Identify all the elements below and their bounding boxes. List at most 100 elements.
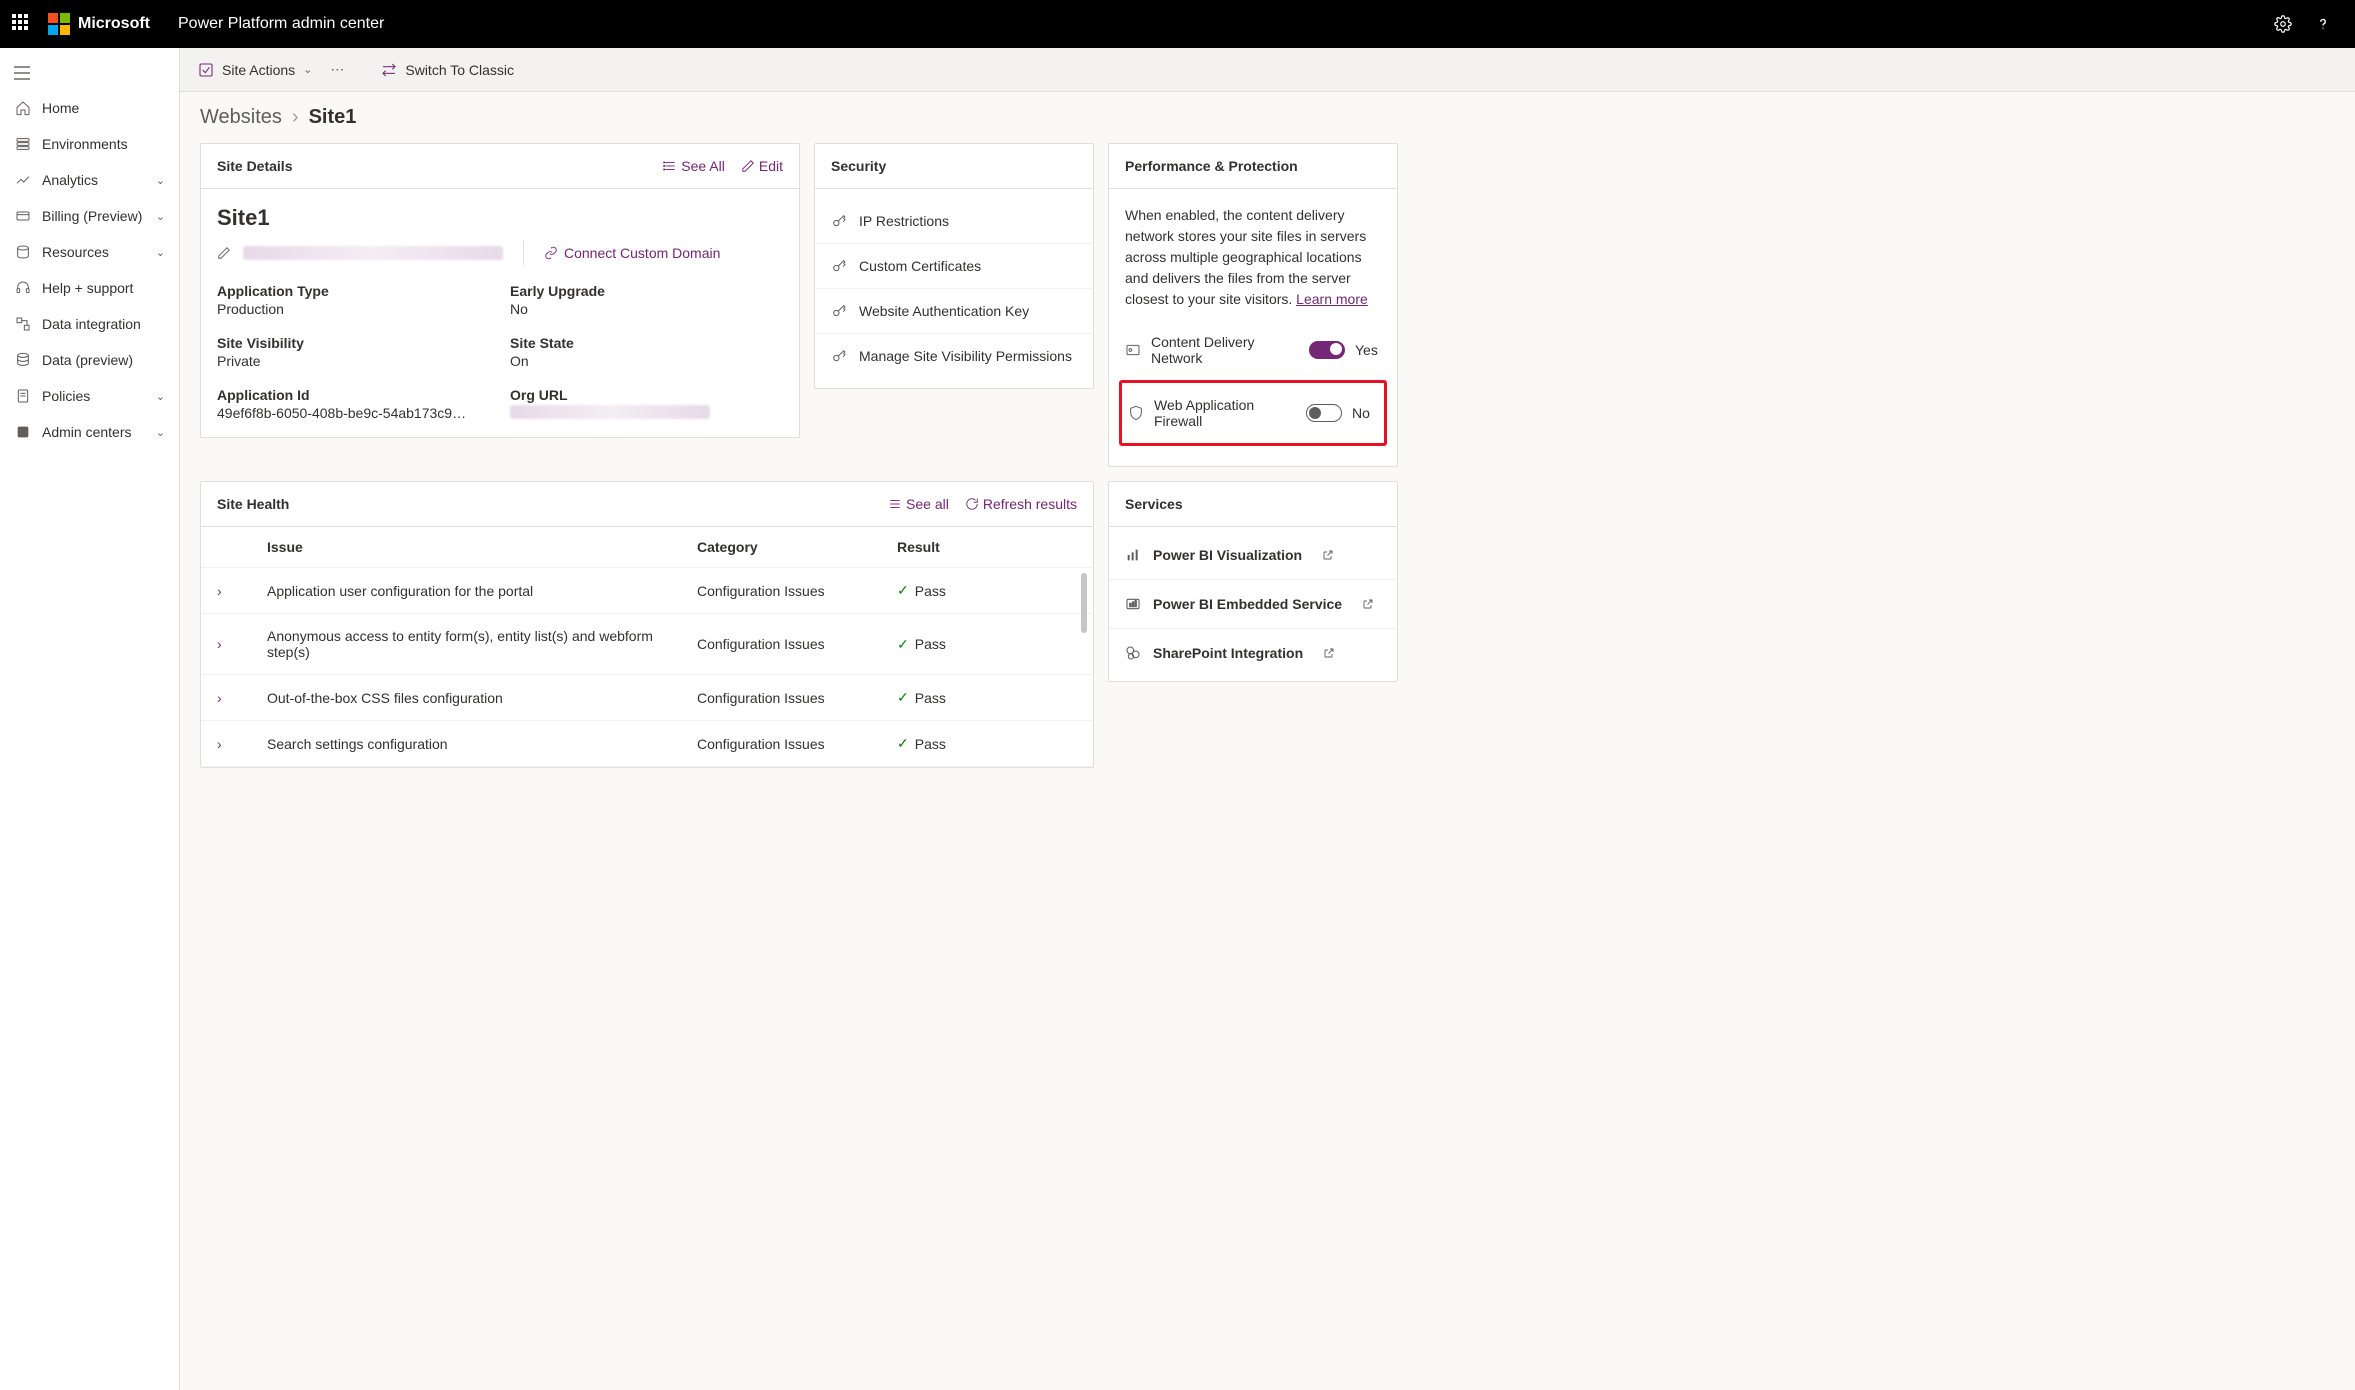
sidebar-item-admin-centers[interactable]: Admin centers ⌄: [0, 414, 179, 450]
table-row[interactable]: ›Search settings configurationConfigurat…: [201, 721, 1093, 767]
sidebar-item-label: Data integration: [42, 316, 141, 332]
more-actions-button[interactable]: ⋯: [330, 61, 344, 78]
waf-label: Web Application Firewall: [1154, 397, 1296, 429]
key-icon: [831, 258, 847, 274]
settings-icon[interactable]: [2263, 0, 2303, 48]
table-row[interactable]: ›Application user configuration for the …: [201, 568, 1093, 614]
chevron-down-icon: ⌄: [156, 246, 165, 259]
sharepoint-icon: [1125, 645, 1141, 661]
microsoft-logo-icon: [48, 13, 70, 35]
pencil-icon[interactable]: [217, 246, 231, 260]
site-visibility-label: Site Visibility: [217, 335, 490, 351]
sidebar-item-resources[interactable]: Resources⌄: [0, 234, 179, 270]
sidebar-item-help[interactable]: Help + support: [0, 270, 179, 306]
site-health-card: Site Health See all Refresh results Issu…: [200, 481, 1094, 768]
sidebar-item-label: Policies: [42, 388, 90, 404]
ellipsis-icon: ⋯: [330, 61, 344, 78]
card-title: Site Details: [217, 158, 292, 174]
sidebar: Home Environments Analytics ⌄ Billing (Pr…: [0, 48, 180, 1390]
connect-custom-domain-button[interactable]: Connect Custom Domain: [544, 245, 720, 261]
sidebar-item-analytics[interactable]: Analytics ⌄: [0, 162, 179, 198]
scrollbar[interactable]: [1081, 573, 1087, 633]
table-row[interactable]: ›Out-of-the-box CSS files configurationC…: [201, 675, 1093, 721]
check-icon: ✓: [897, 636, 909, 653]
learn-more-link[interactable]: Learn more: [1296, 291, 1368, 307]
security-item-visibility-permissions[interactable]: Manage Site Visibility Permissions: [815, 334, 1093, 378]
security-card: Security IP Restrictions Custom Certific…: [814, 143, 1094, 389]
cdn-toggle[interactable]: [1309, 341, 1345, 359]
brand-name: Microsoft: [78, 15, 150, 33]
see-all-button[interactable]: See All: [663, 158, 725, 174]
analytics-icon: [14, 172, 32, 188]
card-title: Security: [831, 158, 886, 174]
col-category: Category: [697, 539, 897, 555]
table-row[interactable]: ›Anonymous access to entity form(s), ent…: [201, 614, 1093, 675]
external-link-icon: [1322, 549, 1334, 561]
sidebar-item-billing[interactable]: Billing (Preview)⌄: [0, 198, 179, 234]
sidebar-item-environments[interactable]: Environments: [0, 126, 179, 162]
app-launcher-icon[interactable]: [12, 14, 32, 34]
chevron-right-icon[interactable]: ›: [217, 636, 267, 652]
chevron-down-icon: ⌄: [156, 426, 165, 439]
admin-centers-icon: [14, 424, 32, 440]
waf-highlight: Web Application Firewall No: [1119, 380, 1387, 446]
site-visibility-value: Private: [217, 353, 490, 369]
embed-icon: [1125, 596, 1141, 612]
link-icon: [544, 246, 558, 260]
switch-label: Switch To Classic: [405, 62, 514, 78]
switch-to-classic-button[interactable]: Switch To Classic: [381, 62, 514, 78]
sidebar-item-data-integration[interactable]: Data integration: [0, 306, 179, 342]
environments-icon: [14, 136, 32, 152]
chevron-right-icon[interactable]: ›: [217, 690, 267, 706]
chevron-right-icon[interactable]: ›: [217, 583, 267, 599]
site-actions-button[interactable]: Site Actions ⌄: [198, 62, 312, 78]
col-result: Result: [897, 539, 1077, 555]
col-issue: Issue: [267, 539, 697, 555]
application-type-label: Application Type: [217, 283, 490, 299]
card-title: Performance & Protection: [1125, 158, 1298, 174]
health-table-header: Issue Category Result: [201, 527, 1093, 568]
sidebar-item-label: Admin centers: [42, 424, 131, 440]
security-item-ip-restrictions[interactable]: IP Restrictions: [815, 199, 1093, 244]
sidebar-item-label: Analytics: [42, 172, 98, 188]
security-item-custom-certificates[interactable]: Custom Certificates: [815, 244, 1093, 289]
chevron-down-icon: ⌄: [156, 174, 165, 187]
waf-toggle[interactable]: [1306, 404, 1342, 422]
chevron-down-icon: ⌄: [156, 210, 165, 223]
key-icon: [831, 303, 847, 319]
service-item-powerbi-viz[interactable]: Power BI Visualization: [1109, 531, 1397, 580]
sidebar-item-label: Data (preview): [42, 352, 133, 368]
chevron-right-icon[interactable]: ›: [217, 736, 267, 752]
service-item-powerbi-embedded[interactable]: Power BI Embedded Service: [1109, 580, 1397, 629]
site-state-label: Site State: [510, 335, 783, 351]
chevron-down-icon: ⌄: [303, 63, 312, 76]
sidebar-item-home[interactable]: Home: [0, 90, 179, 126]
cdn-icon: [1125, 342, 1141, 358]
service-item-sharepoint[interactable]: SharePoint Integration: [1109, 629, 1397, 677]
see-all-button[interactable]: See all: [888, 496, 949, 512]
check-icon: ✓: [897, 582, 909, 599]
edit-button[interactable]: Edit: [741, 158, 783, 174]
security-item-auth-key[interactable]: Website Authentication Key: [815, 289, 1093, 334]
site-details-card: Site Details See All Edit Site1 Co: [200, 143, 800, 438]
key-icon: [831, 348, 847, 364]
sidebar-item-policies[interactable]: Policies ⌄: [0, 378, 179, 414]
org-url-label: Org URL: [510, 387, 783, 403]
sidebar-item-data-preview[interactable]: Data (preview): [0, 342, 179, 378]
billing-icon: [14, 208, 32, 224]
chart-icon: [1125, 547, 1141, 563]
chevron-right-icon: ›: [292, 106, 299, 129]
waf-state: No: [1352, 405, 1378, 421]
sidebar-toggle-icon[interactable]: [0, 56, 179, 90]
breadcrumb-root[interactable]: Websites: [200, 106, 282, 129]
app-title: Power Platform admin center: [178, 15, 384, 33]
chevron-down-icon: ⌄: [156, 390, 165, 403]
card-title: Site Health: [217, 496, 289, 512]
site-url-redacted: [243, 246, 503, 260]
check-icon: ✓: [897, 689, 909, 706]
org-url-redacted: [510, 405, 710, 419]
refresh-button[interactable]: Refresh results: [965, 496, 1077, 512]
performance-protection-card: Performance & Protection When enabled, t…: [1108, 143, 1398, 467]
help-icon[interactable]: [2303, 0, 2343, 48]
home-icon: [14, 100, 32, 116]
